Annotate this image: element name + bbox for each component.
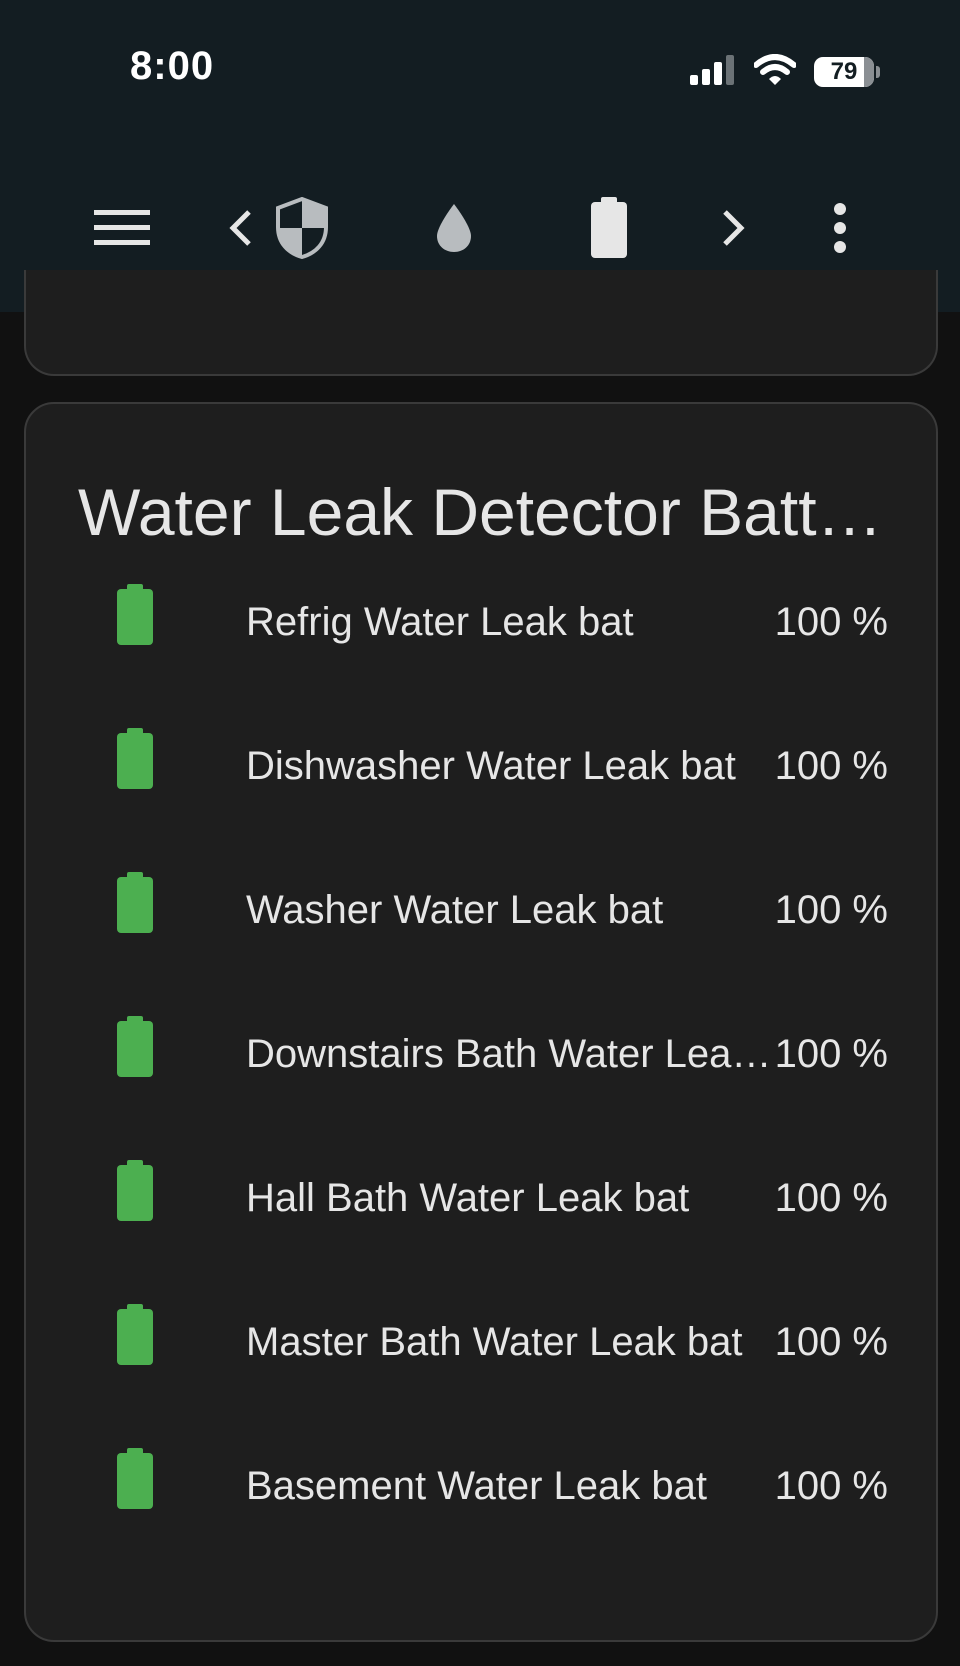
entity-name: Downstairs Bath Water Leak bat [246, 1032, 778, 1076]
battery-icon [589, 196, 629, 264]
entity-name: Dishwasher Water Leak bat [246, 744, 736, 788]
scroll-tabs-right-button[interactable] [712, 180, 756, 280]
entity-name: Master Bath Water Leak bat [246, 1320, 743, 1364]
tab-battery[interactable] [569, 180, 649, 280]
tab-water[interactable] [414, 180, 494, 280]
overflow-menu-button[interactable] [810, 180, 870, 280]
app-header: 8:00 79 [0, 0, 960, 312]
entity-name: Washer Water Leak bat [246, 888, 664, 932]
entity-row[interactable]: Master Bath Water Leak bat 100 % [26, 1290, 936, 1390]
entity-row[interactable]: Basement Water Leak bat 100 % [26, 1434, 936, 1534]
entity-row[interactable]: Downstairs Bath Water Leak bat 100 % [26, 1002, 936, 1102]
entity-value: 100 % [774, 744, 888, 788]
entity-name: Hall Bath Water Leak bat [246, 1176, 690, 1220]
tab-security[interactable] [262, 180, 342, 280]
menu-icon [94, 208, 150, 253]
menu-button[interactable] [82, 180, 162, 280]
entity-row[interactable]: Refrig Water Leak bat 100 % [26, 570, 936, 670]
battery-status: 79 [814, 57, 880, 87]
wifi-icon [753, 53, 797, 91]
previous-card [24, 270, 938, 376]
battery-full-icon [116, 1304, 154, 1371]
chevron-right-icon [721, 208, 747, 253]
shield-icon [276, 196, 328, 264]
battery-full-icon [116, 1160, 154, 1227]
entity-row[interactable]: Dishwasher Water Leak bat 100 % [26, 714, 936, 814]
status-bar: 8:00 79 [0, 0, 960, 140]
cellular-signal-icon [690, 54, 736, 90]
entity-row[interactable]: Washer Water Leak bat 100 % [26, 858, 936, 958]
more-vert-icon [832, 202, 848, 259]
entity-value: 100 % [774, 1320, 888, 1364]
status-icons: 79 [690, 52, 880, 92]
entity-row[interactable]: Hall Bath Water Leak bat 100 % [26, 1146, 936, 1246]
battery-full-icon [116, 584, 154, 651]
battery-full-icon [116, 728, 154, 795]
entity-name: Basement Water Leak bat [246, 1464, 707, 1508]
battery-full-icon [116, 872, 154, 939]
entity-value: 100 % [774, 1464, 888, 1508]
battery-full-icon [116, 1448, 154, 1515]
status-time: 8:00 [130, 44, 215, 88]
entities-card: Water Leak Detector Batteries Refrig Wat… [24, 402, 938, 1642]
battery-full-icon [116, 1016, 154, 1083]
entity-value: 100 % [774, 1176, 888, 1220]
toolbar [0, 180, 960, 280]
chevron-left-icon [227, 208, 253, 253]
card-title: Water Leak Detector Batteries [78, 475, 898, 549]
battery-level-text: 79 [830, 58, 858, 85]
scroll-tabs-left-button[interactable] [218, 180, 262, 280]
entity-name: Refrig Water Leak bat [246, 600, 634, 644]
water-drop-icon [434, 202, 474, 259]
entity-value: 100 % [774, 1032, 888, 1076]
entity-value: 100 % [774, 888, 888, 932]
entity-value: 100 % [774, 600, 888, 644]
battery-status-icon: 79 [814, 57, 874, 87]
